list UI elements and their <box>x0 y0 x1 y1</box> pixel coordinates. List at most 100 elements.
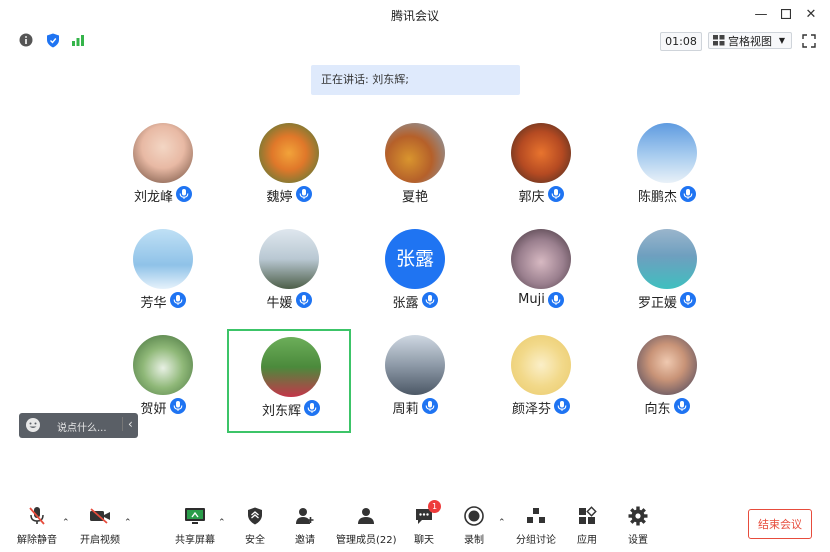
collapse-icon[interactable]: ‹ <box>122 417 133 431</box>
participant-name: 郭庆 <box>518 190 545 205</box>
participant-avatar <box>511 335 571 395</box>
participant-tile[interactable]: 刘龙峰 <box>101 117 225 221</box>
chevron-down-icon: ▼ <box>778 36 785 45</box>
participant-avatar <box>133 229 193 289</box>
mic-on-icon <box>421 292 438 308</box>
participant-tile[interactable]: 向东 <box>605 329 729 433</box>
chat-button[interactable]: 1 聊天 <box>413 500 441 546</box>
mic-on-icon <box>673 398 690 414</box>
participant-avatar <box>385 123 445 183</box>
audio-options-caret[interactable]: ⌃ <box>62 518 70 528</box>
participant-name: Muji <box>518 292 545 307</box>
mic-on-icon <box>554 398 570 414</box>
chat-label: 聊天 <box>414 535 434 546</box>
participant-name: 颜泽芬 <box>511 402 551 417</box>
speaking-indicator: 正在讲话: 刘东辉; <box>311 65 520 95</box>
chat-icon: 1 <box>413 500 441 527</box>
security-button[interactable]: 安全 <box>244 505 266 546</box>
participant-avatar <box>637 123 697 183</box>
participant-avatar <box>385 335 445 395</box>
participant-avatar <box>637 335 697 395</box>
mic-on-icon <box>169 398 186 414</box>
info-icon[interactable] <box>18 32 34 48</box>
record-icon <box>463 505 485 527</box>
mic-on-icon <box>547 292 564 308</box>
start-video-button[interactable]: 开启视频 <box>80 505 120 546</box>
invite-label: 邀请 <box>295 535 315 546</box>
share-screen-button[interactable]: 共享屏幕 <box>175 505 215 546</box>
participant-name: 罗正媛 <box>637 296 677 311</box>
participant-tile[interactable]: 牛媛 <box>227 223 351 327</box>
title-bar: 腾讯会议 — ✕ <box>0 0 830 28</box>
breakout-icon <box>525 505 547 527</box>
members-label: 管理成员(22) <box>336 535 397 546</box>
video-options-caret[interactable]: ⌃ <box>124 518 132 528</box>
settings-label: 设置 <box>628 535 648 546</box>
participant-tile[interactable]: 刘东辉 <box>227 329 351 433</box>
video-off-icon <box>89 505 111 527</box>
record-label: 录制 <box>464 535 484 546</box>
participant-name: 芳华 <box>140 296 167 311</box>
chat-unread-badge: 1 <box>428 500 441 513</box>
gear-icon <box>627 505 649 527</box>
window-title: 腾讯会议 <box>390 9 439 23</box>
mic-on-icon <box>169 292 186 308</box>
participant-name: 周莉 <box>392 402 419 417</box>
participant-tile[interactable]: 郭庆 <box>479 117 603 221</box>
participant-name: 张露 <box>392 296 419 311</box>
record-button[interactable]: 录制 <box>463 505 485 546</box>
participant-name: 刘东辉 <box>261 404 301 419</box>
emoji-icon[interactable] <box>25 417 41 433</box>
record-options-caret[interactable]: ⌃ <box>498 518 506 528</box>
fullscreen-icon[interactable] <box>802 33 818 49</box>
mic-on-icon <box>295 292 312 308</box>
mic-on-icon <box>295 186 312 202</box>
security-label: 安全 <box>245 535 265 546</box>
participant-name: 向东 <box>644 402 671 417</box>
participant-tile[interactable]: 魏婷 <box>227 117 351 221</box>
invite-button[interactable]: 邀请 <box>294 505 316 546</box>
participant-tile[interactable]: 陈鹏杰 <box>605 117 729 221</box>
participant-tile[interactable]: 夏艳 <box>353 117 477 221</box>
participant-tile[interactable]: Muji <box>479 223 603 327</box>
unmute-button[interactable]: 解除静音 <box>17 505 57 546</box>
info-bar: 01:08 宫格视图 ▼ <box>0 29 830 53</box>
participant-avatar <box>133 335 193 395</box>
mic-on-icon <box>680 292 696 308</box>
apps-button[interactable]: 应用 <box>576 505 598 546</box>
share-screen-icon <box>184 505 206 527</box>
chat-placeholder: 说点什么... <box>57 423 107 434</box>
quick-chat[interactable]: 说点什么... ‹ <box>19 413 138 438</box>
close-icon[interactable]: ✕ <box>800 4 822 24</box>
meeting-timer: 01:08 <box>660 32 702 51</box>
members-icon <box>355 505 377 527</box>
view-mode-label: 宫格视图 <box>728 34 772 48</box>
settings-button[interactable]: 设置 <box>627 505 649 546</box>
view-mode-select[interactable]: 宫格视图 ▼ <box>708 32 792 49</box>
participant-avatar <box>637 229 697 289</box>
apps-icon <box>576 505 598 527</box>
manage-members-button[interactable]: 管理成员(22) <box>336 505 397 546</box>
share-options-caret[interactable]: ⌃ <box>218 518 226 528</box>
participant-avatar <box>511 229 571 289</box>
participant-name: 陈鹏杰 <box>637 190 677 205</box>
minimize-icon[interactable]: — <box>750 4 772 24</box>
breakout-label: 分组讨论 <box>516 535 556 546</box>
end-meeting-button[interactable]: 结束会议 <box>748 509 812 539</box>
participant-tile[interactable]: 张露 张露 <box>353 223 477 327</box>
participant-tile[interactable]: 周莉 <box>353 329 477 433</box>
maximize-icon[interactable] <box>775 4 797 24</box>
mic-on-icon <box>680 186 696 202</box>
breakout-button[interactable]: 分组讨论 <box>516 505 556 546</box>
apps-label: 应用 <box>577 535 597 546</box>
security-icon <box>244 505 266 527</box>
participant-tile[interactable]: 颜泽芬 <box>479 329 603 433</box>
participant-tile[interactable]: 罗正媛 <box>605 223 729 327</box>
bottom-toolbar: 解除静音 ⌃ 开启视频 ⌃ 共享屏幕 ⌃ 安全 邀请 管理成员(22) 1 聊天… <box>0 500 830 552</box>
signal-icon[interactable] <box>70 32 86 48</box>
video-label: 开启视频 <box>80 535 120 546</box>
avatar-initials: 张露 <box>395 248 434 270</box>
participant-tile[interactable]: 芳华 <box>101 223 225 327</box>
shield-icon[interactable] <box>45 32 61 48</box>
participant-name: 魏婷 <box>266 190 293 205</box>
